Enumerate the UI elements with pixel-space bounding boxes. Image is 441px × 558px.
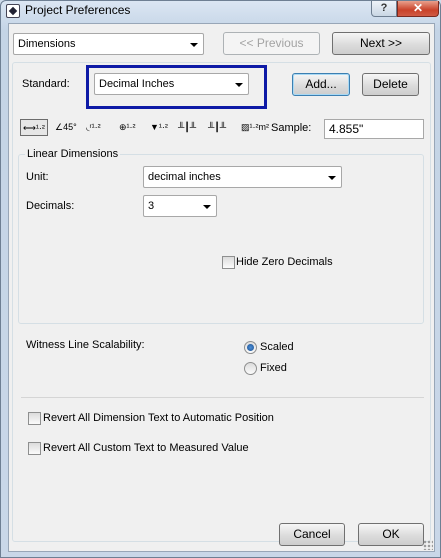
unit-dropdown[interactable]: decimal inches (143, 166, 342, 188)
standard-value: Decimal Inches (99, 78, 175, 90)
window-title: Project Preferences (25, 3, 131, 17)
linear-dimensions-title: Linear Dimensions (25, 148, 121, 160)
delete-button[interactable]: Delete (362, 73, 419, 96)
help-button[interactable]: ? (371, 1, 397, 17)
standard-dropdown[interactable]: Decimal Inches (94, 73, 249, 95)
next-button[interactable]: Next >> (332, 32, 430, 55)
hide-zero-decimals-checkbox[interactable] (222, 256, 235, 269)
resize-grip[interactable] (423, 540, 433, 550)
title-bar: Project Preferences ? ✕ (1, 1, 440, 23)
revert-custom-text-label: Revert All Custom Text to Measured Value (43, 442, 249, 454)
decimals-dropdown[interactable]: 3 (143, 195, 217, 217)
category-dropdown[interactable]: Dimensions (13, 33, 204, 55)
fixed-radio[interactable] (244, 362, 257, 375)
elevation-dimension-icon[interactable]: ▼¹·² (150, 119, 168, 136)
area-dimension-icon[interactable]: ▨¹·²m² (241, 119, 269, 136)
dialog-body: Dimensions << Previous Next >> Standard:… (8, 23, 435, 552)
hide-zero-decimals-label: Hide Zero Decimals (236, 256, 333, 268)
unit-label: Unit: (26, 171, 49, 183)
sample-label: Sample: (271, 122, 312, 134)
chevron-down-icon (328, 176, 336, 180)
chevron-down-icon (190, 43, 198, 47)
ok-button[interactable]: OK (358, 523, 424, 546)
unit-value: decimal inches (148, 171, 221, 183)
level-dimension-icon[interactable]: ⊕¹·² (119, 119, 136, 136)
standard-label: Standard: (22, 78, 70, 90)
scaled-label: Scaled (260, 341, 294, 353)
revert-dimension-text-checkbox[interactable] (28, 412, 41, 425)
sample-field: 4.855" (324, 119, 424, 139)
linear-dimension-icon[interactable]: ⟷¹·² (20, 119, 48, 136)
decimals-value: 3 (148, 200, 155, 212)
divider (21, 397, 424, 398)
revert-custom-text-checkbox[interactable] (28, 442, 41, 455)
chevron-down-icon (203, 205, 211, 209)
revert-dimension-text-label: Revert All Dimension Text to Automatic P… (43, 412, 274, 424)
category-value: Dimensions (18, 38, 76, 50)
angular-dimension-icon[interactable]: ∠45° (55, 119, 77, 136)
door-window-dimension-icon[interactable]: ╨┃╨ (178, 119, 196, 136)
scaled-radio[interactable] (244, 341, 257, 354)
cancel-button[interactable]: Cancel (279, 523, 345, 546)
close-button[interactable]: ✕ (397, 1, 439, 17)
project-preferences-window: Project Preferences ? ✕ Dimensions << Pr… (0, 0, 441, 558)
witness-line-label: Witness Line Scalability: (26, 339, 145, 351)
add-button[interactable]: Add... (292, 73, 350, 96)
app-icon (6, 4, 20, 18)
radial-dimension-icon[interactable]: ◟ʳ¹·² (86, 119, 101, 136)
sill-height-dimension-icon[interactable]: ╨┃╨ (208, 119, 226, 136)
previous-button[interactable]: << Previous (223, 32, 320, 55)
chevron-down-icon (235, 83, 243, 87)
fixed-label: Fixed (260, 362, 287, 374)
decimals-label: Decimals: (26, 200, 75, 212)
